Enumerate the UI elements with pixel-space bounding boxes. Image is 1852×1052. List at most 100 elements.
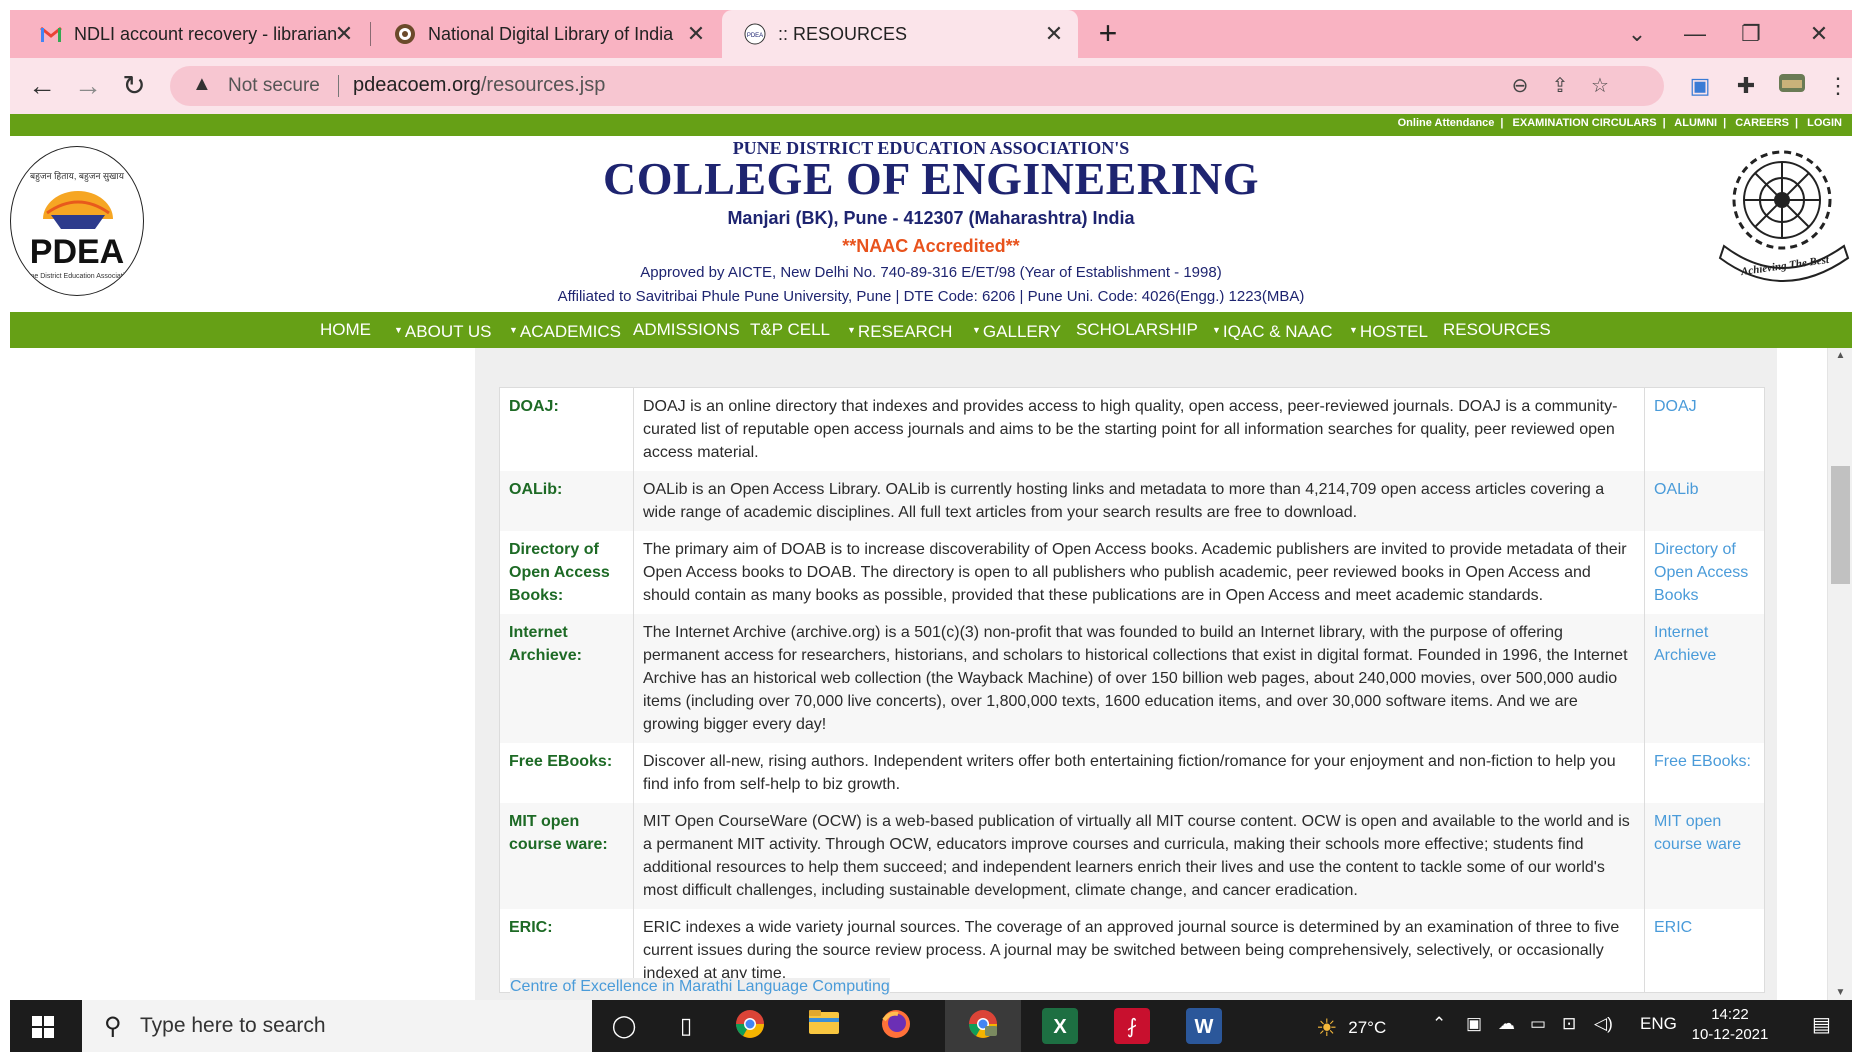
menu-admissions[interactable]: ADMISSIONS	[633, 312, 740, 348]
excel-icon[interactable]: X	[1042, 1008, 1078, 1044]
resource-link[interactable]: MIT open course ware	[1644, 803, 1765, 909]
svg-text:PDEA: PDEA	[747, 33, 763, 39]
table-row: MIT open course ware: MIT Open CourseWar…	[499, 803, 1765, 909]
resource-link[interactable]: Directory of Open Access Books	[1645, 531, 1765, 614]
caret-down-icon: ▼	[972, 325, 981, 335]
file-explorer-icon[interactable]	[806, 1008, 842, 1044]
resource-name: Internet Archieve:	[499, 614, 634, 743]
word-icon[interactable]: W	[1186, 1008, 1222, 1044]
menu-scholarship[interactable]: SCHOLARSHIP	[1076, 312, 1198, 348]
resource-link[interactable]: ERIC	[1645, 909, 1765, 993]
site-header: बहुजन हिताय, बहुजन सुखाय PDEA Pune Distr…	[10, 136, 1852, 312]
windows-taskbar: ⚲ Type here to search ◯ ▯ X ⨏ W ☀ 27°C ⌃…	[10, 1000, 1852, 1052]
tab-close-icon[interactable]: ✕	[332, 22, 356, 46]
restore-icon[interactable]: ❐	[1736, 20, 1766, 48]
resource-link[interactable]: Free EBooks:	[1645, 743, 1765, 803]
menu-resources[interactable]: RESOURCES	[1443, 312, 1551, 348]
forward-icon[interactable]: →	[70, 68, 106, 104]
address-divider	[338, 75, 339, 97]
input-language[interactable]: ENG	[1640, 1014, 1677, 1034]
tab-resources[interactable]: PDEA :: RESOURCES ✕	[722, 10, 1078, 58]
table-row: Internet Archieve: The Internet Archive …	[499, 614, 1765, 743]
acrobat-icon[interactable]: ⨏	[1114, 1008, 1150, 1044]
taskbar-clock[interactable]: 14:22 10-12-2021	[1690, 1005, 1770, 1045]
menu-research[interactable]: ▼ RESEARCH	[847, 312, 952, 348]
windows-start-button[interactable]	[10, 1000, 70, 1052]
task-view-icon[interactable]: ▯	[668, 1008, 704, 1044]
scroll-up-icon[interactable]: ▲	[1828, 350, 1852, 361]
notification-icon[interactable]: ▤	[1812, 1012, 1831, 1037]
resource-description: The Internet Archive (archive.org) is a …	[633, 614, 1645, 743]
battery-icon[interactable]: ▭	[1530, 1014, 1546, 1034]
resource-description: The primary aim of DOAB is to increase d…	[633, 531, 1645, 614]
new-tab-button[interactable]: +	[1092, 17, 1124, 50]
tab-search-icon[interactable]: ⌄	[1622, 20, 1652, 48]
resource-link[interactable]: OALib	[1644, 471, 1765, 531]
resource-link[interactable]: DOAJ	[1645, 388, 1765, 472]
reload-icon[interactable]: ↻	[116, 68, 152, 104]
scrollbar-thumb[interactable]	[1831, 466, 1850, 584]
top-link-careers[interactable]: CAREERS	[1735, 117, 1789, 129]
browser-toolbar: ← → ↻ ▲ Not secure pdeacoem.org/resource…	[10, 58, 1852, 114]
tab-divider	[370, 22, 371, 46]
volume-icon[interactable]: ◁)	[1594, 1014, 1613, 1034]
resource-name: Free EBooks:	[499, 743, 634, 803]
chrome-icon[interactable]	[732, 1008, 768, 1044]
menu-home[interactable]: HOME	[320, 312, 371, 348]
tab-gmail[interactable]: NDLI account recovery - librarian ✕	[10, 10, 368, 58]
back-icon[interactable]: ←	[24, 68, 60, 104]
menu-label: HOME	[320, 320, 371, 339]
meet-now-icon[interactable]: ▣	[1466, 1014, 1482, 1034]
resource-description: Discover all-new, rising authors. Indepe…	[633, 743, 1645, 803]
tray-chevron-icon[interactable]: ⌃	[1432, 1014, 1446, 1034]
menu-about-us[interactable]: ▼ ABOUT US	[394, 312, 492, 348]
table-row: DOAJ: DOAJ is an online directory that i…	[499, 387, 1765, 472]
network-icon[interactable]: ⊡	[1562, 1014, 1576, 1034]
bookmark-star-icon[interactable]: ☆	[1586, 72, 1614, 100]
menu-label: T&P CELL	[750, 320, 831, 339]
cortana-icon[interactable]: ◯	[606, 1008, 642, 1044]
menu-gallery[interactable]: ▼ GALLERY	[972, 312, 1061, 348]
top-link-login[interactable]: LOGIN	[1807, 117, 1842, 129]
chrome-profile-icon[interactable]	[965, 1008, 1001, 1044]
profile-avatar[interactable]	[1776, 70, 1808, 102]
weather-widget[interactable]: ☀ 27°C	[1316, 1014, 1386, 1043]
minimize-icon[interactable]: —	[1680, 20, 1710, 48]
resource-link[interactable]: Internet Archieve	[1644, 614, 1765, 743]
page-scrollbar[interactable]: ▲ ▼	[1827, 348, 1852, 1000]
extension-icon[interactable]: ▣	[1684, 70, 1716, 102]
table-row: Directory of Open Access Books: The prim…	[499, 531, 1765, 614]
resource-description: OALib is an Open Access Library. OALib i…	[633, 471, 1645, 531]
menu-label: ABOUT US	[404, 322, 492, 341]
close-window-icon[interactable]: ✕	[1804, 20, 1834, 48]
browser-menu-icon[interactable]: ⋮	[1822, 70, 1852, 102]
scroll-down-icon[interactable]: ▼	[1828, 987, 1852, 998]
menu-academics[interactable]: ▼ ACADEMICS	[509, 312, 621, 348]
zoom-icon[interactable]: ⊖	[1506, 72, 1534, 100]
taskbar-search-box[interactable]: ⚲ Type here to search	[82, 1000, 592, 1052]
share-icon[interactable]: ⇪	[1546, 72, 1574, 100]
url-path: /resources.jsp	[480, 74, 606, 96]
windows-logo-icon	[32, 1016, 54, 1038]
resource-name: OALib:	[499, 471, 634, 531]
menu-iqac-naac[interactable]: ▼ IQAC & NAAC	[1212, 312, 1333, 348]
firefox-icon[interactable]	[878, 1008, 914, 1044]
menu-tp-cell[interactable]: T&P CELL	[750, 312, 830, 348]
gmail-icon	[40, 23, 62, 45]
top-link-exam-circulars[interactable]: EXAMINATION CIRCULARS	[1513, 117, 1657, 129]
top-link-online-attendance[interactable]: Online Attendance	[1398, 117, 1495, 129]
marathi-computing-link[interactable]: Centre of Excellence in Marathi Language…	[510, 978, 890, 996]
clock-time: 14:22	[1711, 1006, 1749, 1023]
menu-label: HOSTEL	[1359, 322, 1428, 341]
top-link-alumni[interactable]: ALUMNI	[1674, 117, 1717, 129]
college-emblem[interactable]: Achieving The Best	[1718, 144, 1852, 294]
menu-label: IQAC & NAAC	[1222, 322, 1333, 341]
tab-close-icon[interactable]: ✕	[684, 22, 708, 46]
weather-sun-icon: ☀	[1316, 1015, 1338, 1042]
tab-close-icon[interactable]: ✕	[1042, 22, 1066, 46]
onedrive-icon[interactable]: ☁	[1498, 1014, 1515, 1034]
extensions-puzzle-icon[interactable]: ✚	[1730, 70, 1762, 102]
address-bar[interactable]: ▲ Not secure pdeacoem.org/resources.jsp …	[170, 66, 1664, 106]
menu-hostel[interactable]: ▼ HOSTEL	[1349, 312, 1428, 348]
tab-ndli[interactable]: National Digital Library of India ✕	[372, 10, 720, 58]
